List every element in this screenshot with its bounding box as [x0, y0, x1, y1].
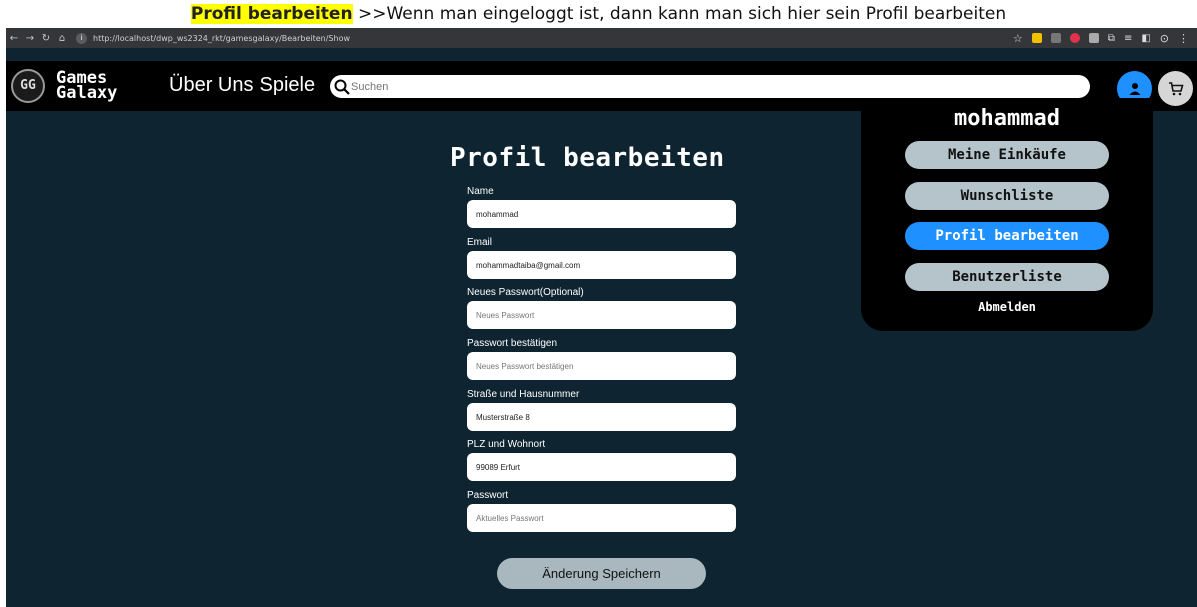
extension-icon[interactable]	[1088, 33, 1099, 43]
search-input[interactable]	[351, 80, 1051, 93]
sidepanel-icon[interactable]: ◧	[1141, 33, 1150, 44]
cart-button[interactable]	[1158, 71, 1193, 106]
search-icon[interactable]	[334, 79, 350, 95]
menu-edit-profile-button[interactable]: Profil bearbeiten	[905, 222, 1109, 250]
new-password-label: Neues Passwort(Optional)	[467, 287, 584, 298]
new-password-field[interactable]	[467, 301, 736, 329]
nav-link-about[interactable]: Über Uns	[169, 74, 253, 97]
street-field[interactable]	[467, 403, 736, 431]
reload-icon[interactable]: ↻	[38, 33, 54, 44]
puzzle-icon[interactable]: ⧉	[1108, 33, 1115, 44]
page-title: Profil bearbeiten	[450, 143, 725, 173]
profile-icon[interactable]: ⊙	[1160, 32, 1169, 45]
menu-user-list-button[interactable]: Benutzerliste	[905, 263, 1109, 291]
caption-text: >>Wenn man eingeloggt ist, dann kann man…	[352, 4, 1007, 24]
address-bar[interactable]: i http://localhost/dwp_ws2324_rkt/gamesg…	[76, 32, 351, 44]
password-label: Passwort	[467, 490, 509, 501]
confirm-password-field[interactable]	[467, 352, 736, 380]
back-icon[interactable]: ←	[6, 33, 22, 44]
menu-wishlist-button[interactable]: Wunschliste	[905, 182, 1109, 210]
address-bar-url: http://localhost/dwp_ws2324_rkt/gamesgal…	[93, 33, 351, 43]
media-icon[interactable]: ≡	[1124, 33, 1132, 44]
bookmark-star-icon[interactable]: ☆	[1013, 32, 1023, 45]
home-icon[interactable]: ⌂	[54, 33, 70, 44]
confirm-password-label: Passwort bestätigen	[467, 338, 558, 349]
email-field[interactable]	[467, 251, 736, 279]
page-body: GG Games Galaxy Über Uns Spiele Suchen P…	[6, 48, 1197, 607]
city-field[interactable]	[467, 453, 736, 481]
main-nav: Über Uns Spiele	[169, 74, 315, 97]
street-label: Straße und Hausnummer	[467, 389, 580, 400]
name-label: Name	[467, 186, 494, 197]
screenshot-caption: Profil bearbeiten >>Wenn man eingeloggt …	[0, 0, 1197, 28]
browser-menu-icon[interactable]: ⋮	[1178, 32, 1189, 45]
email-label: Email	[467, 237, 493, 248]
logout-link[interactable]: Abmelden	[861, 300, 1153, 314]
forward-icon[interactable]: →	[22, 33, 38, 44]
logo-icon[interactable]: GG	[11, 69, 45, 103]
menu-username: mohammad	[954, 106, 1060, 131]
browser-toolbar: ← → ↻ ⌂ i http://localhost/dwp_ws2324_rk…	[6, 28, 1197, 48]
extension-icon[interactable]	[1050, 33, 1061, 43]
name-field[interactable]	[467, 200, 736, 228]
city-label: PLZ und Wohnort	[467, 439, 546, 450]
save-button[interactable]: Änderung Speichern	[497, 558, 706, 589]
user-icon	[1129, 82, 1140, 95]
extension-icon[interactable]	[1031, 33, 1042, 43]
logo-line-2: Galaxy	[56, 83, 118, 103]
adblock-icon[interactable]	[1069, 33, 1080, 43]
caption-highlight: Profil bearbeiten	[190, 4, 353, 24]
current-password-field[interactable]	[467, 504, 736, 532]
site-info-icon[interactable]: i	[76, 32, 87, 44]
profile-menu: mohammad Meine Einkäufe Wunschliste Prof…	[861, 98, 1153, 331]
logo-text[interactable]: Games Galaxy	[56, 70, 118, 103]
menu-purchases-button[interactable]: Meine Einkäufe	[905, 141, 1109, 169]
cart-icon	[1168, 81, 1184, 95]
search-bar	[330, 75, 1090, 98]
nav-link-games[interactable]: Spiele	[259, 74, 315, 97]
